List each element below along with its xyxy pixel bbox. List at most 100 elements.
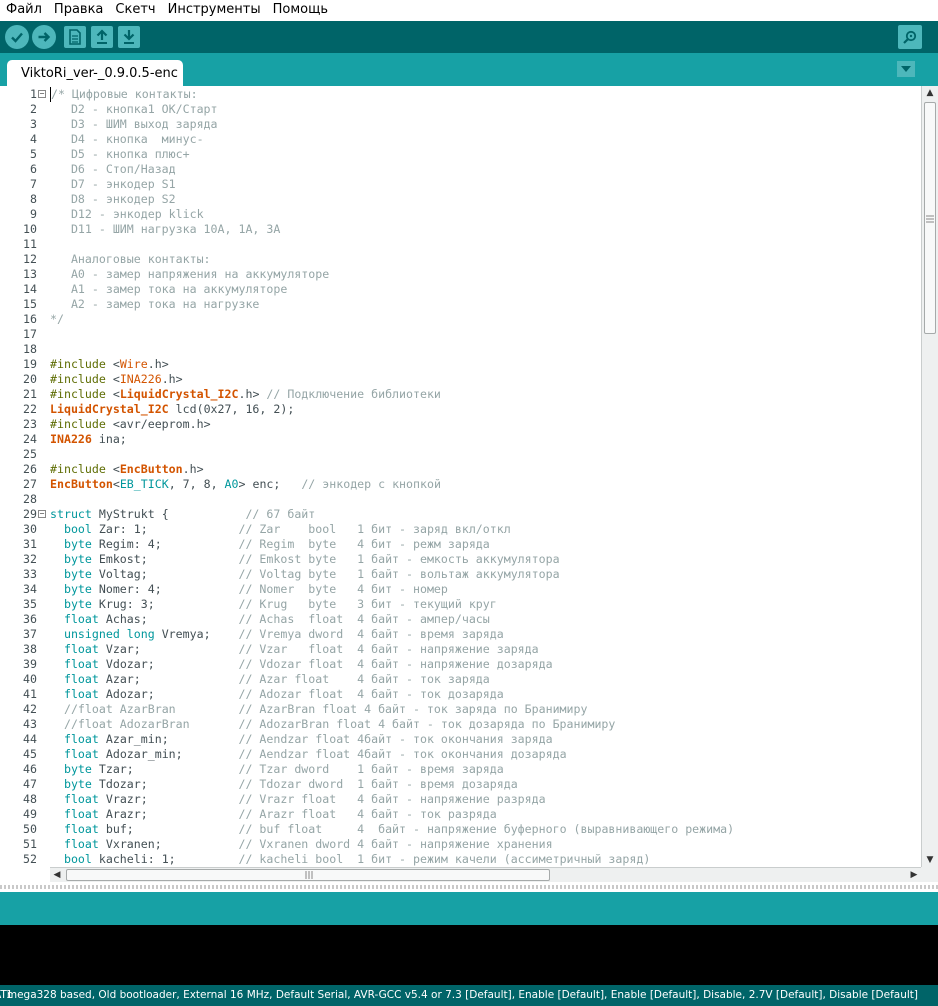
line-text: float Arazr; // Arazr float 4 байт - ток… <box>63 807 497 821</box>
line-number: 33 <box>23 567 37 581</box>
line-text: struct MyStrukt { // 67 байт <box>50 507 316 521</box>
scroll-left-arrow-icon[interactable]: ◀ <box>50 868 64 882</box>
horizontal-scroll-thumb[interactable] <box>66 869 550 881</box>
line-number: 44 <box>23 732 37 746</box>
verify-icon <box>11 32 23 43</box>
code-line: 9 D12 - энкодер klick <box>0 207 921 222</box>
line-text: float buf; // buf float 4 байт - напряже… <box>63 822 735 836</box>
line-number: 29 <box>23 507 37 521</box>
code-line: 32 byte Emkost; // Emkost byte 1 байт - … <box>0 552 921 567</box>
code-line: 37 unsigned long Vremya; // Vremya dword… <box>0 627 921 642</box>
upload-button[interactable] <box>32 25 56 49</box>
save-button[interactable] <box>118 26 140 48</box>
code-line: 17 <box>0 327 921 342</box>
code-editor[interactable]: 1−/* Цифровые контакты: 2 D2 - кнопка1 OK… <box>0 86 921 867</box>
code-line: 28 <box>0 492 921 507</box>
line-text: #include <EncButton.h> <box>50 462 204 476</box>
line-number: 1 <box>30 87 37 101</box>
line-number: 2 <box>30 102 37 116</box>
code-line: 1−/* Цифровые контакты: <box>0 87 921 102</box>
code-line: 6 D6 - Стоп/Назад <box>0 162 921 177</box>
line-number: 50 <box>23 822 37 836</box>
menu-sketch[interactable]: Скетч <box>109 0 161 20</box>
open-button[interactable] <box>91 26 113 48</box>
new-button[interactable] <box>64 26 86 48</box>
line-number: 30 <box>23 522 37 536</box>
line-text: #include <avr/eeprom.h> <box>50 417 211 431</box>
code-line: 4 D4 - кнопка минус- <box>0 132 921 147</box>
tab-menu-button[interactable] <box>897 61 915 77</box>
line-text: A2 - замер тока на нагрузке <box>50 297 260 311</box>
line-text: D11 - ШИМ нагрузка 10А, 1А, 3А <box>50 222 281 236</box>
tab-sketch[interactable]: ViktoRi_ver-_0.9.0.5-enc <box>7 60 183 86</box>
line-text: byte Nomer: 4; // Nomer byte 4 бит - ном… <box>63 582 448 596</box>
line-number: 36 <box>23 612 37 626</box>
status-bar: 1 ATmega328 based, Old bootloader, Exter… <box>0 985 938 1006</box>
horizontal-scrollbar[interactable]: ◀ ▶ <box>50 867 921 882</box>
line-text: A1 - замер тока на аккумуляторе <box>50 282 288 296</box>
save-icon <box>123 30 135 44</box>
code-line: 35 byte Krug: 3; // Krug byte 3 бит - те… <box>0 597 921 612</box>
line-number: 8 <box>30 192 37 206</box>
code-line: 44 float Azar_min; // Aendzar float 4бай… <box>0 732 921 747</box>
line-number: 23 <box>23 417 37 431</box>
code-line: 45 float Adozar_min; // Aendzar float 4б… <box>0 747 921 762</box>
line-text: byte Emkost; // Emkost byte 1 байт - емк… <box>63 552 560 566</box>
line-text: byte Tzar; // Tzar dword 1 байт - время … <box>63 762 504 776</box>
fold-toggle-icon[interactable]: − <box>38 510 46 518</box>
verify-button[interactable] <box>5 25 29 49</box>
line-text: float Azar_min; // Aendzar float 4байт -… <box>63 732 553 746</box>
code-line: 23 #include <avr/eeprom.h> <box>0 417 921 432</box>
code-line: 40 float Azar; // Azar float 4 байт - то… <box>0 672 921 687</box>
line-text: D6 - Стоп/Назад <box>50 162 176 176</box>
line-text: float Vzar; // Vzar float 4 байт - напря… <box>63 642 539 656</box>
code-line: 18 <box>0 342 921 357</box>
code-line: 22 LiquidCrystal_I2C lcd(0x27, 16, 2); <box>0 402 921 417</box>
line-number: 10 <box>23 222 37 236</box>
line-text: A0 - замер напряжения на аккумуляторе <box>50 267 330 281</box>
code-line: 14 A1 - замер тока на аккумуляторе <box>0 282 921 297</box>
code-line: 21 #include <LiquidCrystal_I2C.h> // Подк… <box>0 387 921 402</box>
line-text: D3 - ШИМ выход заряда <box>50 117 218 131</box>
chevron-down-icon <box>901 66 911 72</box>
serial-monitor-button[interactable] <box>898 25 922 49</box>
line-number: 31 <box>23 537 37 551</box>
line-number: 7 <box>30 177 37 191</box>
line-text: D7 - энкодер S1 <box>50 177 176 191</box>
line-text: /* Цифровые контакты: <box>50 87 198 102</box>
line-text: //float AzarBran // AzarBran float 4 бай… <box>63 702 588 716</box>
scroll-up-arrow-icon[interactable]: ▲ <box>922 86 938 100</box>
line-number: 26 <box>23 462 37 476</box>
line-number: 27 <box>23 477 37 491</box>
menu-file[interactable]: Файл <box>0 0 48 20</box>
vertical-scroll-thumb[interactable] <box>924 102 936 334</box>
vertical-scrollbar[interactable]: ▲ ▼ <box>921 86 938 867</box>
line-number: 13 <box>23 267 37 281</box>
line-text: byte Voltag; // Voltag byte 1 байт - вол… <box>63 567 560 581</box>
menu-tools[interactable]: Инструменты <box>162 0 267 20</box>
menu-help[interactable]: Помощь <box>267 0 334 20</box>
code-line: 43 //float AdozarBran // AdozarBran floa… <box>0 717 921 732</box>
line-number: 35 <box>23 597 37 611</box>
scroll-down-arrow-icon[interactable]: ▼ <box>922 853 938 867</box>
code-line: 41 float Adozar; // Adozar float 4 байт … <box>0 687 921 702</box>
code-line: 25 <box>0 447 921 462</box>
fold-toggle-icon[interactable]: − <box>38 90 46 98</box>
split-divider[interactable] <box>0 885 938 889</box>
code-line: 42 //float AzarBran // AzarBran float 4 … <box>0 702 921 717</box>
line-text: D5 - кнопка плюс+ <box>50 147 190 161</box>
open-icon <box>96 29 108 44</box>
toolbar <box>0 21 938 53</box>
line-text: byte Tdozar; // Tdozar dword 1 байт - вр… <box>63 777 518 791</box>
line-number: 45 <box>23 747 37 761</box>
code-line: 39 float Vdozar; // Vdozar float 4 байт … <box>0 657 921 672</box>
line-number: 24 <box>23 432 37 446</box>
scroll-right-arrow-icon[interactable]: ▶ <box>907 868 921 882</box>
code-line: 8 D8 - энкодер S2 <box>0 192 921 207</box>
code-line: 2 D2 - кнопка1 OK/Старт <box>0 102 921 117</box>
menu-edit[interactable]: Правка <box>48 0 109 20</box>
line-number: 41 <box>23 687 37 701</box>
code-line: 16 */ <box>0 312 921 327</box>
line-text: float Vdozar; // Vdozar float 4 байт - н… <box>63 657 553 671</box>
scrollbar-corner <box>921 867 938 882</box>
